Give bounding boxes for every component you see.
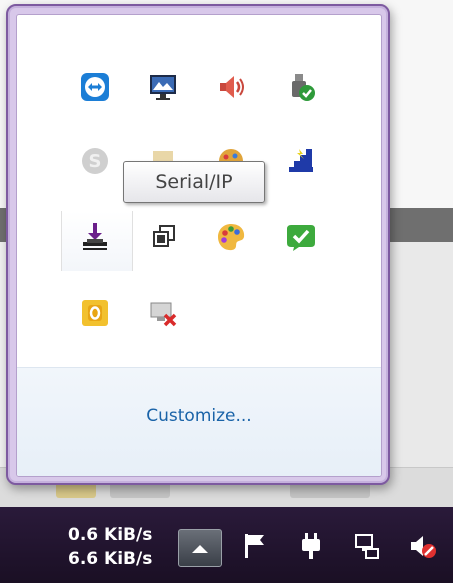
customize-link[interactable]: Customize... [17, 406, 381, 426]
download-tray-icon[interactable] [79, 221, 111, 253]
notification-area-overflow-popup: S Serial/IP Customize... [6, 4, 390, 485]
network-icon[interactable] [352, 531, 382, 561]
window-scroll-area [388, 242, 453, 467]
network-steps-icon[interactable] [285, 145, 317, 177]
volume-icon[interactable] [215, 71, 247, 103]
network-speed-readout: 0.6 KiB/s 6.6 KiB/s [68, 523, 152, 571]
network-disconnected-icon[interactable] [147, 297, 179, 329]
power-icon[interactable] [296, 531, 326, 561]
green-check-icon[interactable] [285, 221, 317, 253]
upload-speed: 0.6 KiB/s [68, 525, 153, 545]
window-copy-icon[interactable] [147, 221, 179, 253]
monitor-icon[interactable] [147, 71, 179, 103]
color-palette-icon[interactable] [215, 221, 247, 253]
popup-footer: Customize... [17, 367, 381, 476]
svg-text:S: S [89, 151, 102, 172]
chevron-up-icon [192, 545, 208, 553]
skype-icon[interactable]: S [79, 145, 111, 177]
serial-ip-tooltip: Serial/IP [123, 161, 265, 203]
show-hidden-icons-button[interactable] [178, 529, 222, 567]
taskbar: 0.6 KiB/s 6.6 KiB/s [0, 507, 453, 583]
volume-muted-icon[interactable] [408, 531, 438, 561]
download-speed: 6.6 KiB/s [68, 549, 153, 569]
action-center-flag-icon[interactable] [240, 531, 270, 561]
outlook-icon[interactable] [79, 297, 111, 329]
popup-body: S Serial/IP Customize... [16, 14, 382, 477]
teamviewer-icon[interactable] [79, 71, 111, 103]
safely-remove-usb-icon[interactable] [285, 71, 317, 103]
